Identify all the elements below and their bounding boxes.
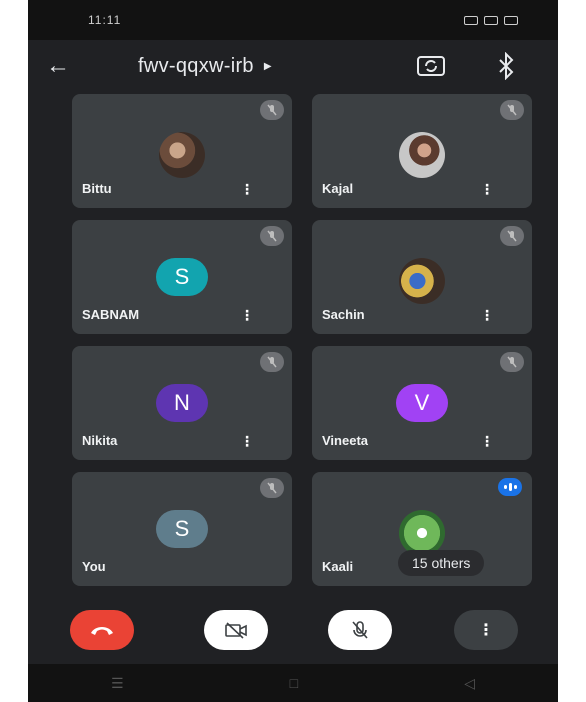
top-bar: ← fwv-qqxw-irb ▶ — [28, 40, 558, 94]
participant-name: Kajal — [322, 181, 354, 196]
camera-off-icon — [225, 622, 247, 639]
participant-tile-nikita[interactable]: N Nikita ⋮ — [72, 346, 292, 460]
mic-off-icon — [260, 226, 284, 246]
meeting-code-label: fwv-qqxw-irb — [138, 55, 254, 77]
participant-tile-sabnam[interactable]: S SABNAM ⋮ — [72, 220, 292, 334]
more-vert-icon[interactable]: ⋮ — [480, 307, 494, 324]
mic-off-icon — [500, 100, 524, 120]
participant-name: Vineeta — [322, 433, 369, 448]
bluetooth-icon[interactable] — [496, 52, 516, 80]
more-vert-icon[interactable]: ⋮ — [240, 181, 254, 198]
avatar — [399, 258, 445, 304]
mic-off-icon — [500, 352, 524, 372]
status-time: 11:11 — [88, 13, 122, 27]
mic-off-icon — [260, 100, 284, 120]
home-nav-icon[interactable]: □ — [290, 675, 298, 691]
phone-screen: 11:11 ← fwv-qqxw-irb ▶ Bittu ⋮ Kajal ⋮ S… — [28, 0, 558, 702]
status-bar: 11:11 — [28, 0, 558, 40]
avatar: S — [156, 510, 208, 548]
mic-off-icon — [260, 478, 284, 498]
mic-off-icon — [500, 226, 524, 246]
back-arrow-icon[interactable]: ← — [46, 52, 70, 80]
avatar: N — [156, 384, 208, 422]
switch-camera-icon[interactable] — [416, 52, 446, 78]
meeting-code[interactable]: fwv-qqxw-irb ▶ — [138, 55, 272, 78]
mic-toggle-button[interactable] — [328, 610, 392, 650]
participant-tile-kajal[interactable]: Kajal ⋮ — [312, 94, 532, 208]
status-icons — [464, 15, 518, 25]
end-call-icon — [91, 627, 113, 635]
more-vert-icon[interactable]: ⋮ — [480, 433, 494, 450]
more-vert-icon: ⋮ — [478, 622, 494, 639]
participant-tile-you[interactable]: S You — [72, 472, 292, 586]
speaking-indicator-icon — [498, 478, 522, 496]
avatar — [399, 132, 445, 178]
more-vert-icon[interactable]: ⋮ — [480, 181, 494, 198]
avatar: S — [156, 258, 208, 296]
others-count-chip[interactable]: 15 others — [398, 550, 485, 576]
avatar: V — [396, 384, 448, 422]
participant-tile-vineeta[interactable]: V Vineeta ⋮ — [312, 346, 532, 460]
camera-toggle-button[interactable] — [204, 610, 268, 650]
mic-off-icon — [260, 352, 284, 372]
participant-tile-kaali[interactable]: Kaali 15 others — [312, 472, 532, 586]
back-nav-icon[interactable]: ◁ — [464, 675, 475, 692]
signal-icon — [464, 15, 478, 25]
more-vert-icon[interactable]: ⋮ — [240, 433, 254, 450]
participant-name: Nikita — [82, 433, 118, 448]
battery-icon — [504, 15, 518, 25]
participant-name: Kaali — [322, 559, 354, 574]
participant-name: Bittu — [82, 181, 112, 196]
wifi-icon — [484, 15, 498, 25]
participant-tile-sachin[interactable]: Sachin ⋮ — [312, 220, 532, 334]
system-nav-bar: ☰ □ ◁ — [28, 664, 558, 702]
avatar — [159, 132, 205, 178]
participant-name: SABNAM — [82, 307, 140, 322]
menu-nav-icon[interactable]: ☰ — [111, 675, 124, 692]
participant-name: You — [82, 559, 106, 574]
participant-name: Sachin — [322, 307, 365, 322]
end-call-button[interactable] — [70, 610, 134, 650]
caret-right-icon: ▶ — [263, 61, 272, 72]
more-options-button[interactable]: ⋮ — [454, 610, 518, 650]
mic-off-icon — [352, 621, 368, 639]
participant-tile-bittu[interactable]: Bittu ⋮ — [72, 94, 292, 208]
call-controls: ⋮ — [28, 604, 558, 664]
more-vert-icon[interactable]: ⋮ — [240, 307, 254, 324]
